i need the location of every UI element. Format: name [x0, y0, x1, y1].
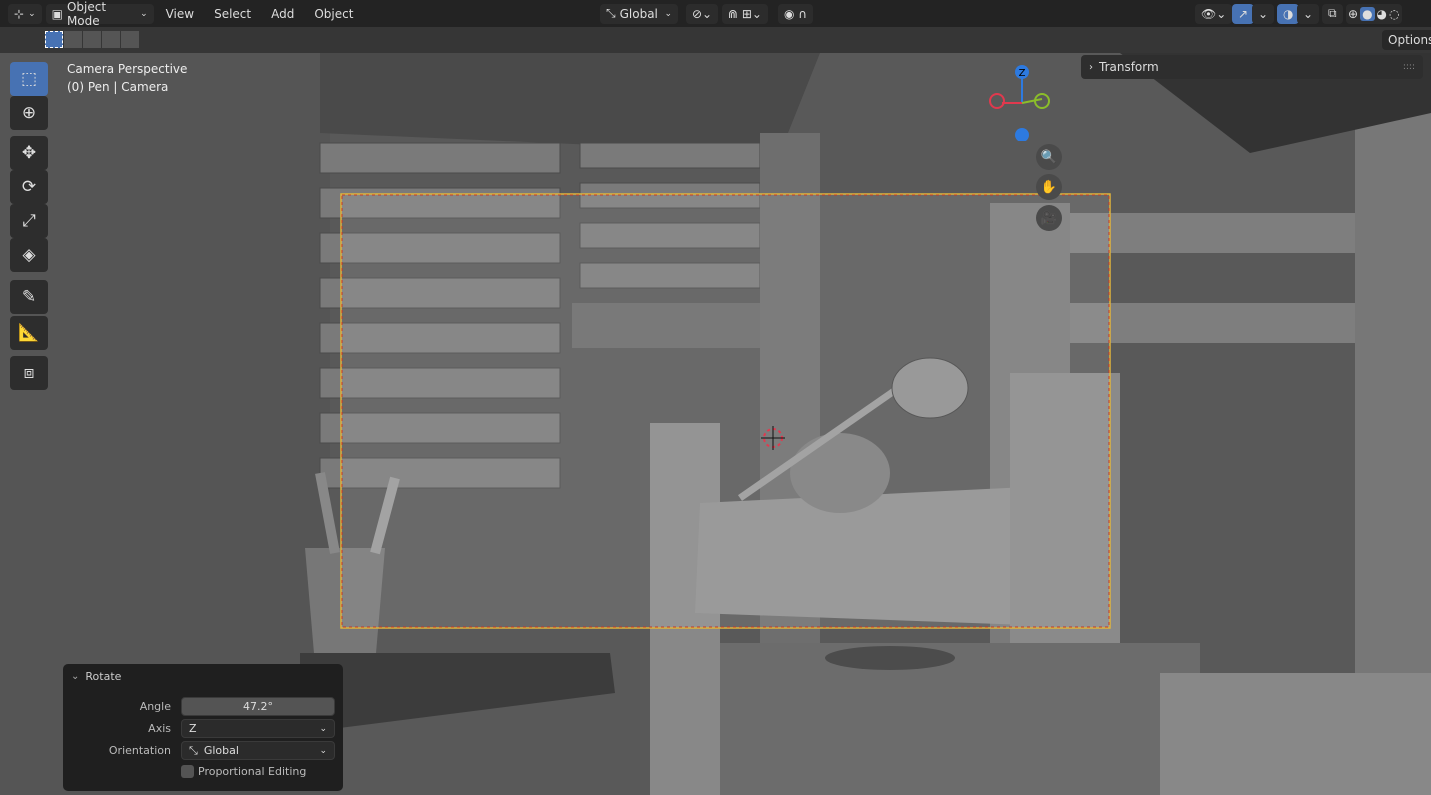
menu-select[interactable]: Select [206, 7, 259, 21]
move-tool[interactable]: ✥ [10, 136, 48, 170]
mode-dropdown[interactable]: ▣ Object Mode ⌄ [45, 0, 154, 28]
annotate-icon: ✎ [21, 287, 37, 307]
menu-view[interactable]: View [158, 7, 202, 21]
select-invert-icon[interactable] [102, 31, 120, 48]
chevron-down-icon: ⌄ [28, 8, 36, 19]
orientation-icon: ⤡ [606, 6, 616, 20]
measure-tool[interactable]: 📐 [10, 316, 48, 350]
zoom-view-button[interactable]: 🔍 [1036, 144, 1062, 170]
scale-icon: ⤢ [22, 211, 36, 231]
proportional-editing-checkbox[interactable]: Proportional Editing [181, 765, 306, 778]
object-mode-icon: ▣ [51, 6, 63, 21]
editor-type-button[interactable]: ⊹ ⌄ [8, 3, 42, 24]
chevron-down-icon: ⌄ [664, 8, 672, 19]
gizmo-toggle-button[interactable]: ↗ [1232, 3, 1255, 24]
chevron-down-icon: ⌄ [319, 745, 327, 756]
cursor-tool[interactable]: ⊕ [10, 96, 48, 130]
select-extend-icon[interactable] [64, 31, 82, 48]
gizmo-dropdown[interactable]: ⌄ [1252, 3, 1275, 24]
measure-icon: 📐 [18, 323, 40, 343]
select-box-tool[interactable]: ⬚ [10, 62, 48, 96]
select-intersect-icon[interactable] [121, 31, 139, 48]
view-subtitle: (0) Pen | Camera [67, 80, 169, 94]
snap-button[interactable]: ⋒ ⊞⌄ [722, 3, 768, 24]
orientation-icon: ⤡ [189, 743, 198, 757]
transform-icon: ◈ [22, 245, 36, 265]
transform-panel-header[interactable]: › Transform :::: [1081, 55, 1423, 79]
material-shading-icon[interactable]: ◕ [1377, 7, 1387, 21]
camera-view-button[interactable]: 🎥 [1036, 205, 1062, 231]
pan-view-button[interactable]: ✋ [1036, 174, 1062, 200]
pivot-point-button[interactable]: ⊘⌄ [686, 3, 719, 24]
camera-icon: 🎥 [1040, 210, 1058, 226]
drag-handle-icon[interactable]: :::: [1403, 62, 1415, 72]
chevron-down-icon: ⌄ [71, 671, 80, 682]
move-icon: ✥ [21, 143, 37, 163]
navigation-gizmo[interactable]: Z [988, 61, 1058, 141]
angle-field[interactable]: 47.2° [181, 697, 335, 716]
orientation-dropdown[interactable]: ⤡ Global ⌄ [181, 741, 335, 760]
chevron-right-icon: › [1089, 61, 1093, 73]
gizmo-z-label: Z [1019, 68, 1026, 79]
overlays-dropdown[interactable]: ⌄ [1297, 3, 1320, 24]
chevron-down-icon: ⌄ [319, 723, 327, 734]
add-cube-icon: ⧈ [23, 363, 35, 383]
xray-toggle-button[interactable]: ⧉ [1322, 3, 1343, 24]
shading-group: ⊕ ● ◕ ◌ [1346, 3, 1402, 24]
options-button[interactable]: Options [1382, 30, 1431, 50]
cursor-icon: ⊕ [21, 103, 37, 123]
rendered-shading-icon[interactable]: ◌ [1389, 7, 1399, 21]
visibility-button[interactable]: 👁⌄ [1195, 3, 1233, 24]
rotate-icon: ⟳ [21, 177, 37, 197]
solid-shading-icon[interactable]: ● [1360, 6, 1375, 21]
operator-panel-header[interactable]: ⌄ Rotate [71, 670, 121, 683]
tool-settings-bar: Options [0, 27, 1431, 53]
3d-viewport-icon: ⊹ [14, 6, 25, 21]
transform-orientation-dropdown[interactable]: ⤡ Global ⌄ [600, 3, 678, 24]
rotate-operator-panel: ⌄ Rotate Angle 47.2° Axis Z ⌄ Orientation… [63, 664, 343, 791]
select-subtract-icon[interactable] [83, 31, 101, 48]
axis-dropdown[interactable]: Z ⌄ [181, 719, 335, 738]
add-cube-tool[interactable]: ⧈ [10, 356, 48, 390]
proportional-edit-button[interactable]: ◉ ∩ [778, 3, 814, 24]
rotate-tool[interactable]: ⟳ [10, 170, 48, 204]
zoom-icon: 🔍 [1040, 149, 1058, 165]
chevron-down-icon: ⌄ [140, 8, 148, 19]
view-title: Camera Perspective [67, 62, 188, 76]
transform-tool[interactable]: ◈ [10, 238, 48, 272]
header-bar: ⊹ ⌄ ▣ Object Mode ⌄ View Select Add Object … [0, 0, 1431, 28]
select-new-icon[interactable] [45, 31, 63, 48]
menu-add[interactable]: Add [263, 7, 302, 21]
checkbox-icon [181, 765, 194, 778]
menu-object[interactable]: Object [306, 7, 361, 21]
scale-tool[interactable]: ⤢ [10, 204, 48, 238]
annotate-tool[interactable]: ✎ [10, 280, 48, 314]
hand-icon: ✋ [1040, 179, 1058, 195]
wireframe-shading-icon[interactable]: ⊕ [1348, 7, 1358, 21]
select-box-icon: ⬚ [20, 69, 38, 89]
